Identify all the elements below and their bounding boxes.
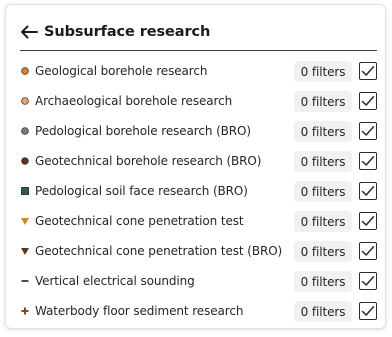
layer-label: Pedological soil face research (BRO) <box>35 184 248 198</box>
layer-symbol-icon <box>20 246 30 256</box>
header-divider <box>20 50 377 51</box>
layer-checkbox[interactable] <box>359 182 377 200</box>
checkmark-icon <box>361 275 375 287</box>
layer-checkbox[interactable] <box>359 92 377 110</box>
layer-symbol-icon <box>20 156 30 166</box>
layer-label: Geotechnical borehole research (BRO) <box>35 154 262 168</box>
layer-label: Archaeological borehole research <box>35 94 233 108</box>
layer-label: Geotechnical cone penetration test (BRO) <box>35 244 283 258</box>
arrow-left-icon <box>21 25 38 39</box>
layer-row: Waterbody floor sediment research 0 filte… <box>20 296 380 326</box>
checkmark-icon <box>361 245 375 257</box>
layer-checkbox[interactable] <box>359 62 377 80</box>
layer-row: Pedological soil face research (BRO) 0 fi… <box>20 176 380 206</box>
layer-row: Geotechnical borehole research (BRO) 0 fi… <box>20 146 380 176</box>
layer-symbol-icon <box>20 96 30 106</box>
layer-checkbox[interactable] <box>359 212 377 230</box>
layer-label: Geotechnical cone penetration test <box>35 214 244 228</box>
filters-button[interactable]: 0 filters <box>294 61 352 82</box>
layer-checkbox[interactable] <box>359 272 377 290</box>
back-button[interactable] <box>20 22 40 42</box>
layer-symbol-icon <box>20 306 30 316</box>
layer-symbol-icon <box>20 66 30 76</box>
layer-symbol-icon <box>20 216 30 226</box>
filters-button[interactable]: 0 filters <box>294 211 352 232</box>
layer-symbol-icon <box>20 276 30 286</box>
layer-checkbox[interactable] <box>359 152 377 170</box>
checkmark-icon <box>361 215 375 227</box>
layer-row: Geological borehole research 0 filters <box>20 56 380 86</box>
layer-label: Vertical electrical sounding <box>35 274 195 288</box>
filters-button[interactable]: 0 filters <box>294 91 352 112</box>
layer-row: Vertical electrical sounding 0 filters <box>20 266 380 296</box>
panel-header: Subsurface research <box>20 21 370 43</box>
filters-button[interactable]: 0 filters <box>294 241 352 262</box>
layer-checkbox[interactable] <box>359 302 377 320</box>
filters-button[interactable]: 0 filters <box>294 301 352 322</box>
layer-checkbox[interactable] <box>359 122 377 140</box>
filters-button[interactable]: 0 filters <box>294 121 352 142</box>
layer-row: Pedological borehole research (BRO) 0 fil… <box>20 116 380 146</box>
layer-symbol-icon <box>20 186 30 196</box>
filters-button[interactable]: 0 filters <box>294 271 352 292</box>
checkmark-icon <box>361 125 375 137</box>
layer-label: Geological borehole research <box>35 64 208 78</box>
panel-title: Subsurface research <box>44 24 211 40</box>
checkmark-icon <box>361 305 375 317</box>
layer-list: Geological borehole research 0 filters Arc… <box>20 56 380 326</box>
checkmark-icon <box>361 65 375 77</box>
checkmark-icon <box>361 155 375 167</box>
layer-panel: Subsurface research Geological borehole … <box>5 4 386 329</box>
layer-label: Pedological borehole research (BRO) <box>35 124 251 138</box>
layer-symbol-icon <box>20 126 30 136</box>
layer-row: Geotechnical cone penetration test 0 filt… <box>20 206 380 236</box>
layer-row: Archaeological borehole research 0 filter… <box>20 86 380 116</box>
filters-button[interactable]: 0 filters <box>294 181 352 202</box>
layer-row: Geotechnical cone penetration test (BRO)… <box>20 236 380 266</box>
filters-button[interactable]: 0 filters <box>294 151 352 172</box>
checkmark-icon <box>361 185 375 197</box>
layer-label: Waterbody floor sediment research <box>35 304 244 318</box>
checkmark-icon <box>361 95 375 107</box>
layer-checkbox[interactable] <box>359 242 377 260</box>
